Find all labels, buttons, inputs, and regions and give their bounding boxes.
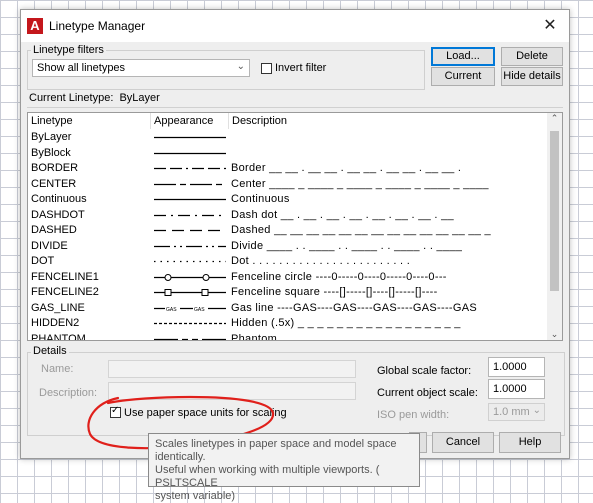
- tooltip-line-2: Useful when working with multiple viewpo…: [155, 464, 380, 489]
- red-annotation-circle: [87, 395, 275, 450]
- tooltip-line-1: Scales linetypes in paper space and mode…: [155, 438, 397, 463]
- tooltip-line-3: system variable): [155, 490, 236, 502]
- tooltip: Scales linetypes in paper space and mode…: [148, 433, 420, 502]
